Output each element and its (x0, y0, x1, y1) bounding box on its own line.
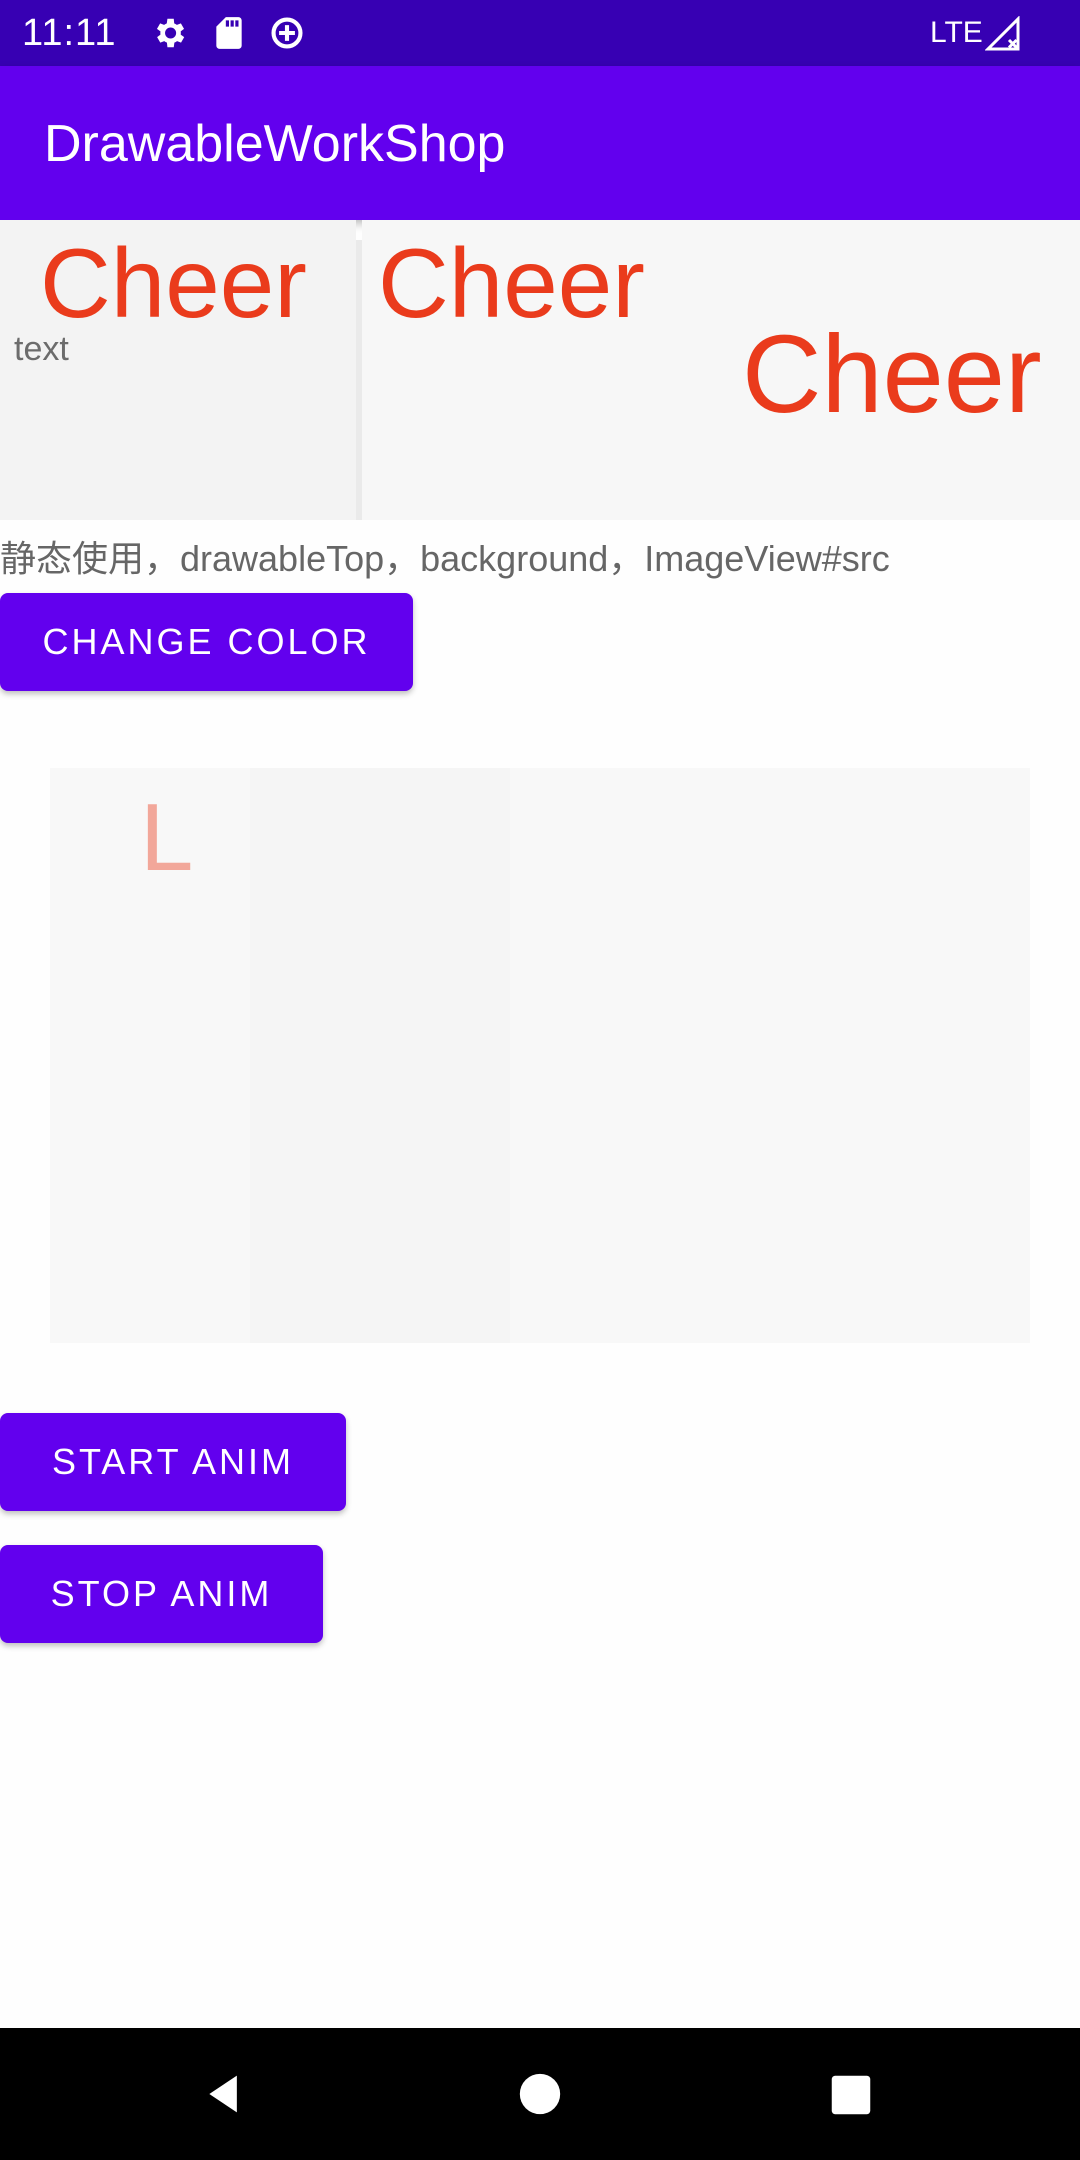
sd-card-icon (216, 17, 242, 49)
start-anim-button[interactable]: START ANIM (0, 1413, 346, 1511)
cheer-text-drawable-top: Cheer (40, 228, 307, 338)
anim-letter: L (140, 784, 194, 891)
anim-frame-panel (250, 768, 510, 1343)
anim-drawable-area (50, 768, 1030, 1343)
home-icon[interactable] (518, 2072, 562, 2116)
change-color-button[interactable]: CHANGE COLOR (0, 593, 413, 691)
back-icon[interactable] (202, 2072, 246, 2116)
status-bar: 11:11 LTE (0, 0, 1080, 66)
app-bar: DrawableWorkShop (0, 66, 1080, 220)
navigation-bar (0, 2028, 1080, 2160)
recents-icon[interactable] (830, 2074, 872, 2116)
app-title: DrawableWorkShop (44, 115, 506, 173)
signal-icon (985, 16, 1020, 51)
settings-icon (156, 18, 185, 48)
status-time: 11:11 (22, 12, 117, 54)
data-saver-icon (271, 17, 303, 49)
network-type: LTE (930, 16, 983, 49)
cheer-text-imageview: Cheer (742, 313, 1042, 436)
cheer-text-background: Cheer (378, 228, 645, 338)
stop-anim-button[interactable]: STOP ANIM (0, 1545, 323, 1643)
drawable-top-label: text (14, 330, 69, 368)
static-usage-caption: 静态使用，drawableTop，background，ImageView#sr… (0, 538, 890, 579)
